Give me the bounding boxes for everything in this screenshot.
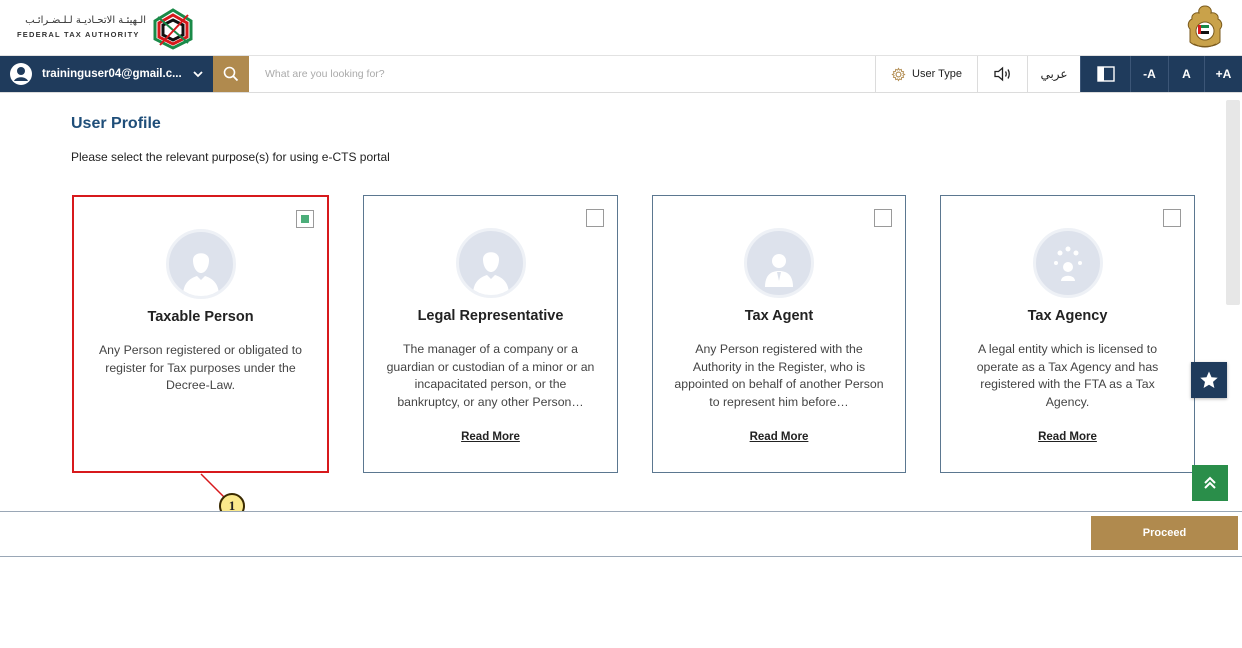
page: الـهيئـة الاتحـاديـة لـلـضـرائـب FEDERAL… (0, 0, 1242, 648)
page-subtitle: Please select the relevant purpose(s) fo… (71, 150, 390, 164)
org-name-english: FEDERAL TAX AUTHORITY (17, 30, 140, 39)
uae-emblem-icon (1187, 5, 1223, 48)
user-avatar-icon (10, 63, 32, 85)
read-more-link[interactable]: Read More (653, 431, 905, 443)
card-tax-agent[interactable]: Tax Agent Any Person registered with the… (652, 195, 906, 473)
card-description: A legal entity which is licensed to oper… (976, 342, 1159, 409)
card-title: Tax Agency (1027, 308, 1108, 324)
double-chevron-up-icon (1204, 476, 1216, 489)
search-button[interactable] (213, 56, 249, 92)
card-checkbox-taxable-person[interactable] (296, 210, 314, 228)
top-header: الـهيئـة الاتحـاديـة لـلـضـرائـب FEDERAL… (0, 0, 1242, 56)
language-toggle-arabic[interactable]: عربي (1027, 56, 1080, 92)
card-description: The manager of a company or a guardian o… (386, 342, 595, 409)
user-email: traininguser04@gmail.c... (42, 68, 182, 80)
text-to-speech-button[interactable] (977, 56, 1027, 92)
card-title: Taxable Person (147, 309, 254, 325)
card-legal-representative[interactable]: Legal Representative The manager of a co… (363, 195, 618, 473)
font-increase-button[interactable]: +A (1204, 56, 1242, 92)
footer-action-bar (0, 511, 1242, 557)
legal-representative-icon (455, 228, 526, 298)
font-decrease-button[interactable]: -A (1130, 56, 1168, 92)
gear-icon (891, 66, 906, 82)
proceed-button[interactable]: Proceed (1091, 516, 1238, 550)
page-title: User Profile (71, 115, 161, 132)
speaker-icon (993, 66, 1010, 82)
card-checkbox-tax-agent[interactable] (874, 209, 892, 227)
user-type-label: User Type (912, 68, 962, 80)
contrast-toggle-button[interactable] (1080, 56, 1130, 92)
tax-agency-icon (1032, 228, 1103, 298)
card-tax-agency[interactable]: Tax Agency A legal entity which is licen… (940, 195, 1195, 473)
card-title: Tax Agent (744, 308, 814, 324)
org-name-arabic: الـهيئـة الاتحـاديـة لـلـضـرائـب (25, 15, 146, 26)
card-title: Legal Representative (417, 308, 564, 324)
card-description: Any Person registered with the Authority… (674, 342, 884, 409)
scroll-to-top-button[interactable] (1192, 465, 1228, 501)
font-reset-button[interactable]: A (1168, 56, 1204, 92)
star-icon (1200, 371, 1218, 388)
card-checkbox-legal-representative[interactable] (586, 209, 604, 227)
card-checkbox-tax-agency[interactable] (1163, 209, 1181, 227)
chevron-down-icon (193, 71, 203, 78)
navbar: traininguser04@gmail.c... User Type (0, 56, 1242, 93)
favorite-button[interactable] (1191, 362, 1227, 398)
user-account-dropdown[interactable]: traininguser04@gmail.c... (0, 56, 213, 92)
card-description: Any Person registered or obligated to re… (98, 343, 303, 392)
read-more-link[interactable]: Read More (941, 431, 1194, 443)
read-more-link[interactable]: Read More (364, 431, 617, 443)
card-taxable-person[interactable]: Taxable Person Any Person registered or … (72, 195, 329, 473)
search-icon (223, 66, 239, 82)
tax-agent-icon (744, 228, 814, 298)
person-icon (165, 229, 236, 299)
contrast-icon (1096, 66, 1115, 82)
user-type-button[interactable]: User Type (875, 56, 977, 92)
fta-logo-icon (153, 8, 193, 50)
search-input[interactable] (249, 56, 875, 92)
scrollbar[interactable] (1226, 100, 1240, 305)
